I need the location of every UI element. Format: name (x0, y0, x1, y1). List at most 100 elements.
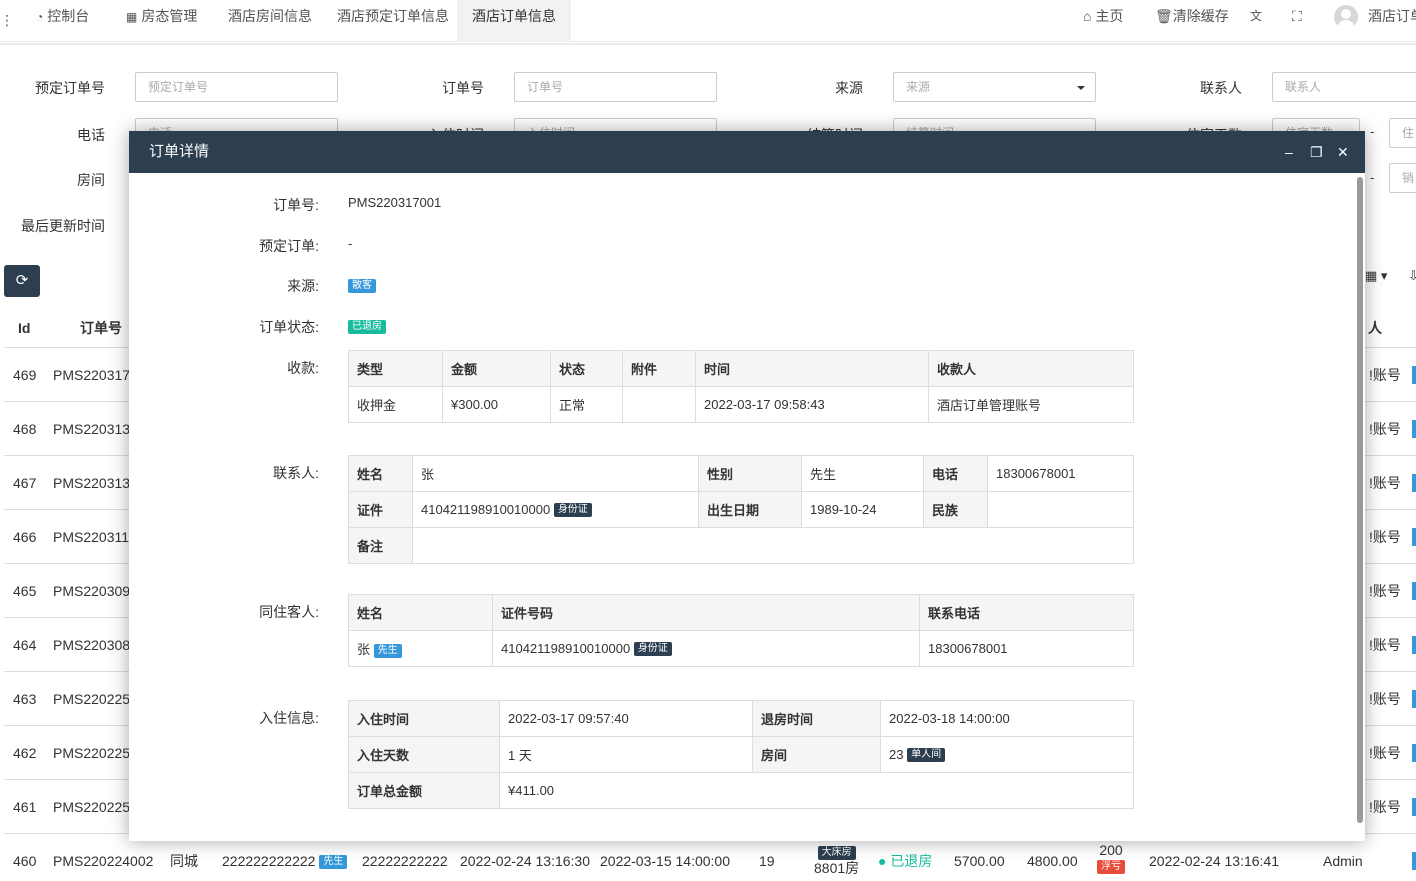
payment-attachment (622, 386, 696, 423)
table-row: 收押金 ¥300.00 正常 2022-03-17 09:58:43 酒店订单管… (348, 386, 1134, 423)
ethnic-label: 民族 (923, 491, 988, 528)
tab-dashboard[interactable]: ◔ 控制台 (26, 0, 99, 42)
row-action-button[interactable] (1412, 582, 1416, 600)
column-header: 时间 (695, 350, 929, 387)
name-label: 姓名 (348, 455, 413, 492)
row-action-button[interactable] (1412, 636, 1416, 654)
reserve-order-input[interactable]: 预定订单号 (135, 72, 338, 102)
row-action-button[interactable] (1412, 420, 1416, 438)
row-action-button[interactable] (1412, 690, 1416, 708)
loss-badge: 浮亏 (1097, 860, 1125, 875)
tab-hotel-orders[interactable]: 酒店订单信息 (457, 0, 571, 42)
cell-order-no: PMS2203080 (53, 637, 138, 653)
payment-payee: 酒店订单管理账号 (928, 386, 1134, 423)
column-header: 证件号码 (492, 594, 920, 631)
order-no-input[interactable]: 订单号 (514, 72, 717, 102)
top-navbar: ⋮ ◔ 控制台 ▦ 房态管理 酒店房间信息 酒店预定订单信息 酒店订单信息 ⌂ 主页… (0, 0, 1416, 42)
cell-operator: Admin (1323, 853, 1363, 869)
scrollbar[interactable] (1357, 177, 1363, 823)
refresh-button[interactable]: ⟳ (4, 265, 40, 297)
column-header[interactable]: 人 (1368, 308, 1382, 348)
row-action-button[interactable] (1412, 528, 1416, 546)
cell-amount: 5700.00 (954, 853, 1005, 869)
column-header: 附件 (622, 350, 696, 387)
cell-order-no: PMS2202250 (53, 799, 138, 815)
cell-amount: 4800.00 (1027, 853, 1078, 869)
tab-room-status[interactable]: ▦ 房态管理 (116, 0, 207, 42)
gender-label: 性别 (698, 455, 802, 492)
table-row: 张 先生 410421198910010000 身份证 18300678001 (348, 630, 1134, 667)
gender-value: 先生 (801, 455, 924, 492)
days-label: 入住天数 (348, 736, 500, 773)
trash-icon: 🗑 (1155, 8, 1173, 24)
id-value: 410421198910010000 身份证 (412, 491, 699, 528)
columns-toggle-button[interactable]: ▦ ▾ (1365, 268, 1387, 284)
payment-status: 正常 (550, 386, 623, 423)
payment-time: 2022-03-17 09:58:43 (695, 386, 929, 423)
cell-contact: 222222222222 先生 (222, 834, 348, 881)
source-select[interactable]: 来源 (893, 72, 1096, 102)
user-name[interactable]: 酒店订单 (1368, 0, 1416, 32)
language-icon[interactable]: 文 (1250, 0, 1262, 32)
room-extra-input[interactable]: 销 (1389, 163, 1416, 193)
birth-value: 1989-10-24 (801, 491, 924, 528)
row-action-button[interactable] (1412, 852, 1416, 870)
cell-extra: 200 浮亏 (1097, 842, 1125, 881)
row-action-button[interactable] (1412, 474, 1416, 492)
tab-reservation-orders[interactable]: 酒店预定订单信息 (327, 0, 459, 42)
cell-operator: !账号 (1369, 637, 1401, 653)
chevron-down-icon (1077, 86, 1085, 90)
room-type-badge: 单人间 (907, 748, 946, 763)
cell-order-no: PMS2203130 (53, 421, 138, 437)
row-action-button[interactable] (1412, 744, 1416, 762)
tab-hotel-rooms[interactable]: 酒店房间信息 (218, 0, 322, 42)
cell-phone: 22222222222 (362, 853, 448, 869)
column-header: 姓名 (348, 594, 493, 631)
maximize-icon[interactable]: ❐ (1310, 131, 1323, 173)
row-action-button[interactable] (1412, 366, 1416, 384)
cell-days: 19 (759, 853, 775, 869)
gender-badge: 先生 (373, 643, 402, 658)
dashboard-icon: ◔ (36, 10, 44, 24)
room-type-badge: 大床房 (817, 846, 856, 861)
reserve-order-value: - (348, 236, 353, 251)
calendar-icon: ▦ (126, 10, 138, 24)
cell-id: 463 (13, 691, 37, 707)
id-type-badge: 身份证 (553, 503, 592, 518)
days-value: 1 天 (499, 736, 753, 773)
filter-label: 联系人 (1200, 80, 1242, 96)
guests-table: 姓名 证件号码 联系电话 张 先生 410421198910010000 身份证… (348, 594, 1134, 667)
menu-toggle-icon[interactable]: ⋮ (0, 12, 14, 29)
field-label: 联系人: (273, 465, 319, 481)
total-value: ¥411.00 (499, 772, 1134, 809)
cell-order-no: PMS220224002 (53, 853, 154, 869)
total-label: 订单总金额 (348, 772, 500, 809)
checkin-label: 入住时间 (348, 700, 500, 737)
avatar[interactable] (1334, 5, 1358, 29)
filter-label: 订单号 (442, 80, 484, 96)
column-header[interactable]: Id (18, 308, 30, 348)
gender-badge: 先生 (319, 855, 348, 870)
contact-input[interactable]: 联系人 (1272, 72, 1416, 102)
row-action-button[interactable] (1412, 798, 1416, 816)
field-label: 收款: (287, 360, 319, 376)
fullscreen-icon[interactable]: ⛶ (1292, 0, 1302, 32)
export-icon[interactable]: ⇩ (1408, 268, 1416, 284)
column-header[interactable]: 订单号 (80, 308, 122, 348)
close-icon[interactable]: ✕ (1337, 131, 1349, 173)
guest-id: 410421198910010000 身份证 (492, 630, 920, 667)
clear-cache-button[interactable]: 🗑清除缓存 (1155, 0, 1229, 32)
phone-value: 18300678001 (987, 455, 1134, 492)
column-header: 类型 (348, 350, 443, 387)
days-max-input[interactable]: 住 (1389, 118, 1416, 148)
status-badge: ● 已退房 (878, 853, 933, 869)
cell-checkin: 2022-02-24 13:16:30 (460, 853, 590, 869)
home-link[interactable]: ⌂ 主页 (1083, 0, 1123, 32)
room-label: 房间 (752, 736, 881, 773)
minimize-icon[interactable]: – (1285, 131, 1293, 173)
cell-order-no: PMS2202250 (53, 691, 138, 707)
checkin-value: 2022-03-17 09:57:40 (499, 700, 753, 737)
cell-id: 469 (13, 367, 37, 383)
contact-table: 姓名 张 性别 先生 电话 18300678001 证件 41042119891… (348, 455, 1134, 564)
checkout-label: 退房时间 (752, 700, 881, 737)
